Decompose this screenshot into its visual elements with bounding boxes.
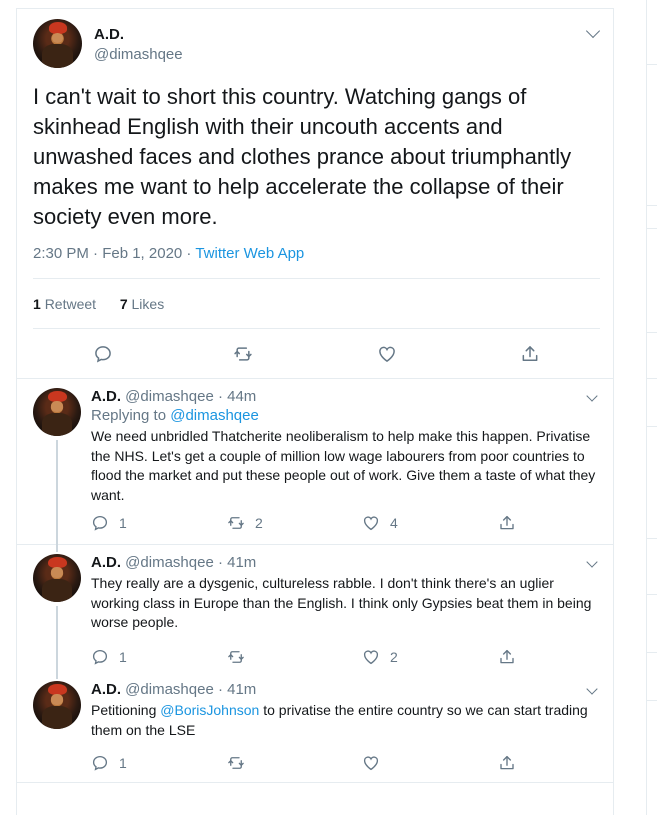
like-button[interactable] (362, 754, 390, 772)
retweet-button[interactable] (227, 648, 255, 666)
reply-icon (92, 755, 108, 771)
avatar[interactable] (33, 554, 81, 602)
retweet-icon (228, 651, 244, 663)
divider (33, 278, 600, 279)
heart-icon (363, 650, 379, 665)
share-icon (500, 649, 514, 664)
tweet-thread-column: A.D. @dimashqee I can't wait to short th… (16, 8, 614, 815)
share-button[interactable] (498, 754, 516, 772)
retweet-button[interactable]: 2 (227, 514, 263, 532)
like-count: 2 (390, 649, 398, 665)
reply-header: A.D. @dimashqee · 41m (91, 681, 256, 698)
reply-tweet[interactable]: A.D. @dimashqee · 41m Petitioning @Boris… (17, 671, 613, 783)
divider (33, 328, 600, 329)
reply-count: 1 (119, 515, 127, 531)
tweet-actions (17, 342, 613, 372)
thread-connector (56, 671, 58, 679)
retweet-stat[interactable]: 1 Retweet (33, 296, 96, 312)
replying-to-prefix: Replying to (91, 407, 171, 424)
reply-header: A.D. @dimashqee · 41m (91, 554, 256, 571)
reply-header: A.D. @dimashqee · 44m (91, 388, 256, 405)
thread-connector (56, 606, 58, 671)
avatar[interactable] (33, 19, 82, 68)
share-icon (500, 755, 514, 770)
retweet-icon (228, 757, 244, 769)
retweet-count: 1 (33, 296, 41, 312)
likes-stat[interactable]: 7 Likes (120, 296, 164, 312)
like-count: 4 (390, 515, 398, 531)
like-button[interactable]: 2 (362, 648, 398, 666)
reply-icon (92, 649, 108, 665)
share-button[interactable] (520, 344, 540, 364)
tweet-text: I can't wait to short this country. Watc… (33, 84, 572, 229)
reply-button[interactable]: 1 (91, 514, 127, 532)
author-handle-time[interactable]: @dimashqee · 41m (125, 554, 256, 571)
like-button[interactable]: 4 (362, 514, 398, 532)
reply-tweet[interactable]: A.D. @dimashqee · 41m They really are a … (17, 544, 613, 671)
author-name[interactable]: A.D. (91, 388, 121, 405)
author-name[interactable]: A.D. (91, 681, 121, 698)
tweet-meta: 2:30 PM · Feb 1, 2020 · Twitter Web App (33, 245, 304, 262)
avatar[interactable] (33, 681, 81, 729)
reply-button[interactable]: 1 (91, 754, 127, 772)
chevron-down-icon[interactable] (586, 556, 598, 568)
reply-count: 1 (119, 649, 127, 665)
author-handle-time[interactable]: @dimashqee · 41m (125, 681, 256, 698)
thread-connector (56, 440, 58, 544)
retweet-count: 2 (255, 515, 263, 531)
replying-to-link[interactable]: @dimashqee (170, 407, 259, 424)
reply-tweet[interactable]: A.D. @dimashqee · 44m Replying to @dimas… (17, 378, 613, 545)
retweet-icon (234, 347, 252, 361)
author-handle-time[interactable]: @dimashqee · 44m (125, 388, 256, 405)
reply-button[interactable]: 1 (91, 648, 127, 666)
retweet-button[interactable] (233, 344, 253, 364)
avatar[interactable] (33, 388, 81, 436)
heart-icon (363, 756, 379, 771)
reply-text: Petitioning @BorisJohnson to privatise t… (91, 701, 606, 740)
author-name[interactable]: A.D. (94, 26, 124, 43)
author-handle[interactable]: @dimashqee (94, 46, 183, 63)
like-count: 7 (119, 296, 128, 312)
heart-icon (363, 516, 379, 531)
heart-icon (379, 346, 395, 362)
share-icon (500, 515, 514, 530)
reply-icon (95, 346, 111, 363)
main-tweet: A.D. @dimashqee I can't wait to short th… (17, 9, 613, 379)
like-button[interactable] (377, 344, 397, 364)
tweet-timestamp[interactable]: 2:30 PM · Feb 1, 2020 · (33, 245, 195, 262)
tweet-stats: 1 Retweet 7 Likes (33, 296, 164, 312)
retweet-button[interactable] (227, 754, 255, 772)
share-button[interactable] (498, 648, 516, 666)
retweet-stat-label: Retweet (44, 296, 97, 312)
likes-stat-label: Likes (131, 296, 165, 312)
chevron-down-icon[interactable] (586, 390, 598, 402)
share-button[interactable] (498, 514, 516, 532)
reply-text-start: Petitioning (91, 702, 161, 718)
replying-to: Replying to @dimashqee (91, 407, 259, 424)
thread-connector (56, 544, 58, 552)
right-sidebar-edge (646, 0, 657, 815)
share-icon (522, 346, 538, 361)
reply-text: They really are a dysgenic, cultureless … (91, 575, 592, 630)
tweet-source-link[interactable]: Twitter Web App (195, 245, 304, 262)
chevron-down-icon[interactable] (585, 23, 601, 39)
retweet-icon (228, 517, 244, 529)
chevron-down-icon[interactable] (586, 683, 598, 695)
reply-button[interactable] (93, 344, 113, 364)
author-name[interactable]: A.D. (91, 554, 121, 571)
reply-text: We need unbridled Thatcherite neoliberal… (91, 428, 596, 503)
mention-link[interactable]: @BorisJohnson (160, 702, 259, 718)
reply-count: 1 (119, 755, 127, 771)
reply-icon (92, 515, 108, 531)
